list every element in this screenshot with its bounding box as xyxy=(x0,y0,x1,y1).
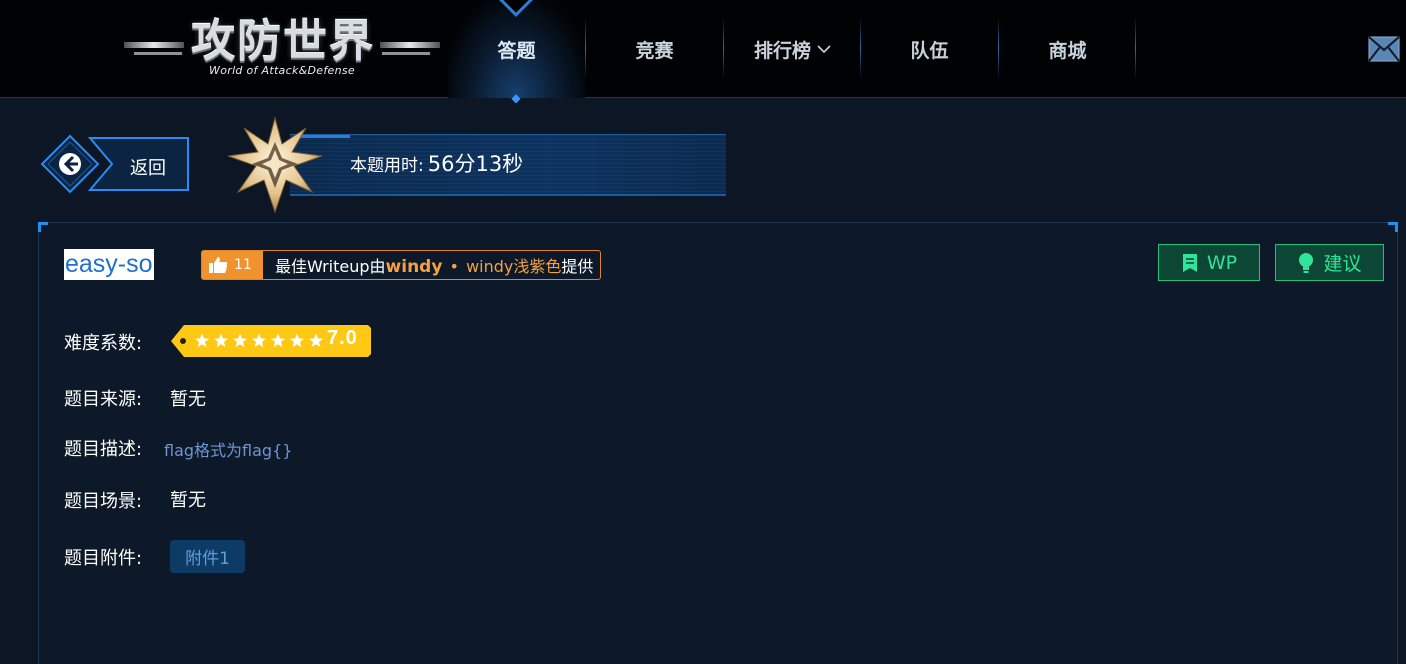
top-navigation-bar: 攻防世界 World of Attack&Defense 答题 ◆ 竞赛 排行榜… xyxy=(0,0,1406,105)
like-count: 11 xyxy=(234,257,252,273)
logo-wing-right xyxy=(380,42,440,48)
chevron-down-icon xyxy=(817,45,831,54)
nav-label-team: 队伍 xyxy=(910,39,949,62)
writeup-author[interactable]: windy xyxy=(386,257,443,277)
suggest-button-label: 建议 xyxy=(1323,253,1362,275)
writeup-badge[interactable]: 11 最佳Writeup由windy • windy浅紫色提供 xyxy=(201,250,601,280)
like-button[interactable]: 11 xyxy=(202,251,263,279)
nav-item-leaderboard[interactable]: 排行榜 xyxy=(724,0,861,98)
card-corner-top-right xyxy=(1388,222,1398,232)
site-logo[interactable]: 攻防世界 World of Attack&Defense xyxy=(122,12,442,86)
active-marker-bottom: ◆ xyxy=(511,91,521,105)
attachment-label: 题目附件: xyxy=(64,548,143,569)
document-icon xyxy=(1182,253,1197,272)
difficulty-value: 7.0 xyxy=(327,327,358,349)
nav-item-answer[interactable]: 答题 ◆ xyxy=(448,0,585,105)
mail-icon[interactable] xyxy=(1368,36,1400,62)
card-corner-top-left xyxy=(38,222,48,232)
time-used-label: 本题用时: xyxy=(350,156,424,176)
attachment-button[interactable]: 附件1 xyxy=(170,540,245,573)
back-button[interactable] xyxy=(38,134,190,194)
source-label: 题目来源: xyxy=(64,389,143,410)
logo-wing-right-lower xyxy=(382,52,430,55)
nav-label-leaderboard: 排行榜 xyxy=(753,39,811,62)
nav-label-competition: 竞赛 xyxy=(635,39,674,62)
description-value: flag格式为flag{} xyxy=(164,441,293,460)
scene-label: 题目场景: xyxy=(64,491,143,512)
writeup-team[interactable]: windy浅紫色 xyxy=(466,257,561,276)
back-button-label[interactable]: 返回 xyxy=(130,154,166,180)
writeup-credit: 最佳Writeup由windy • windy浅紫色提供 xyxy=(275,253,593,277)
attachment-button-label: 附件1 xyxy=(185,549,230,569)
lightbulb-icon xyxy=(1299,252,1314,273)
writeup-suffix: 提供 xyxy=(561,257,594,276)
nav-item-team[interactable]: 队伍 xyxy=(861,0,998,98)
nav-item-competition[interactable]: 竞赛 xyxy=(586,0,723,98)
writeup-separator: • xyxy=(449,257,459,276)
description-label: 题目描述: xyxy=(64,439,143,460)
thumbs-up-icon xyxy=(209,257,228,273)
wp-button-label: WP xyxy=(1206,251,1238,274)
scene-value: 暂无 xyxy=(170,490,206,511)
writeup-prefix: 最佳Writeup由 xyxy=(275,257,386,276)
nav-label-answer: 答题 xyxy=(497,39,536,62)
nav-divider xyxy=(1135,16,1136,80)
logo-subtitle: World of Attack&Defense xyxy=(209,64,355,77)
logo-wing-left xyxy=(124,42,184,48)
active-marker-top xyxy=(499,0,533,17)
time-used: 本题用时: 56分13秒 xyxy=(350,148,523,178)
logo-wing-left-lower xyxy=(134,52,182,55)
source-value: 暂无 xyxy=(170,389,206,410)
difficulty-label: 难度系数: xyxy=(64,333,143,354)
nav-label-shop: 商城 xyxy=(1048,39,1087,62)
logo-title: 攻防世界 xyxy=(191,16,375,67)
wp-button[interactable]: WP xyxy=(1158,244,1260,281)
problem-title: easy-so xyxy=(64,249,154,280)
suggest-button[interactable]: 建议 xyxy=(1275,244,1384,281)
nav-item-shop[interactable]: 商城 xyxy=(999,0,1136,98)
time-used-value: 56分13秒 xyxy=(427,152,524,176)
star-medal-icon xyxy=(227,116,323,214)
